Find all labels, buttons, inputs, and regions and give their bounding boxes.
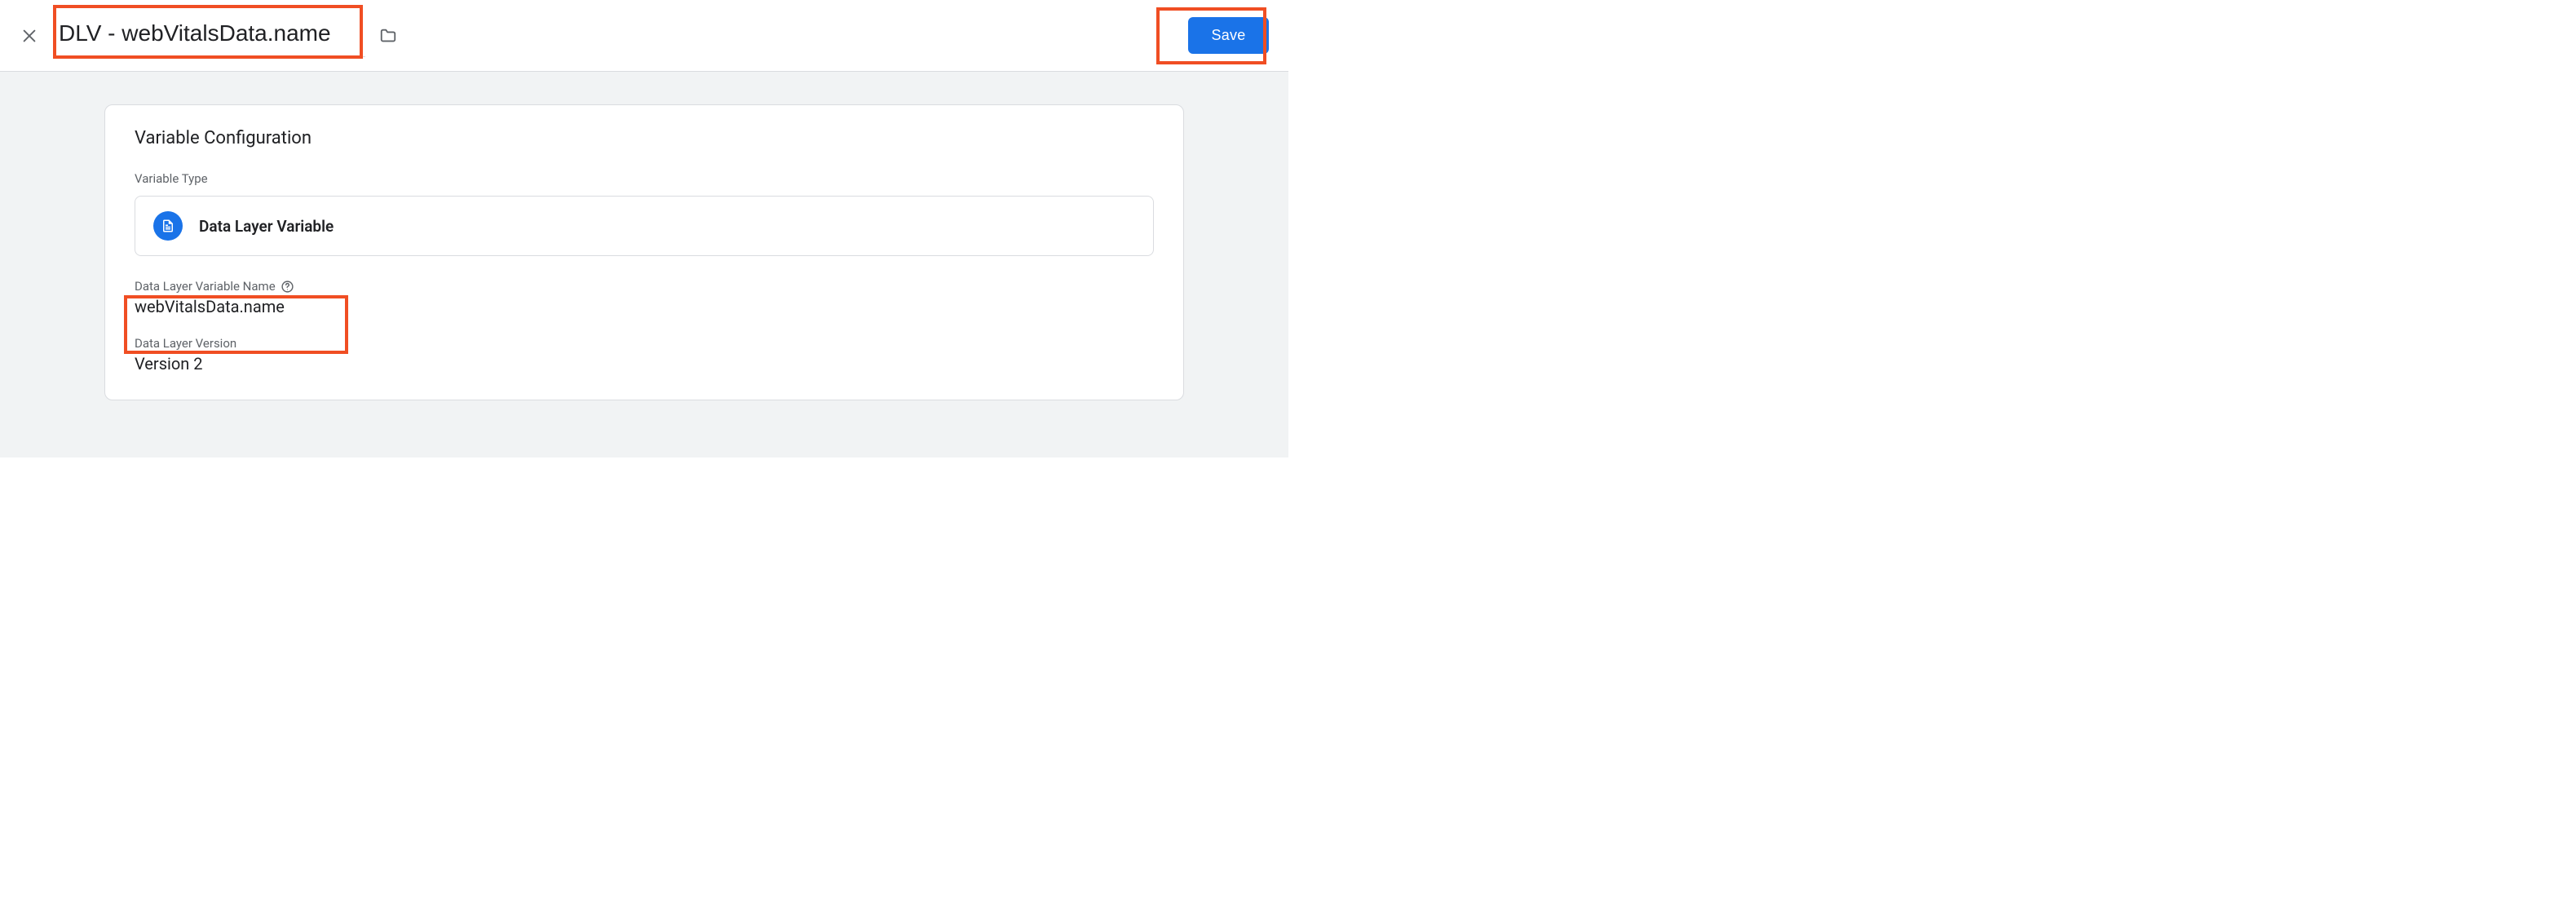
dlv-name-help[interactable]	[281, 279, 295, 294]
folder-button[interactable]	[372, 20, 404, 52]
dlv-version-label: Data Layer Version	[135, 336, 236, 351]
variable-configuration-card: Variable Configuration Variable Type Dat…	[104, 104, 1184, 400]
variable-type-name: Data Layer Variable	[199, 217, 334, 236]
variable-type-selector[interactable]: Data Layer Variable	[135, 196, 1154, 256]
variable-type-label: Variable Type	[135, 171, 1154, 186]
card-title: Variable Configuration	[135, 128, 1154, 148]
dlv-name-label: Data Layer Variable Name	[135, 279, 276, 294]
variable-name-input[interactable]	[55, 14, 365, 57]
help-icon	[281, 280, 294, 294]
dlv-name-value: webVitalsData.name	[135, 297, 1154, 316]
close-button[interactable]	[13, 20, 46, 52]
data-layer-variable-icon	[153, 211, 183, 241]
save-button[interactable]: Save	[1188, 17, 1268, 54]
folder-icon	[379, 27, 397, 45]
close-icon	[20, 27, 38, 45]
dlv-version-value: Version 2	[135, 354, 1154, 374]
